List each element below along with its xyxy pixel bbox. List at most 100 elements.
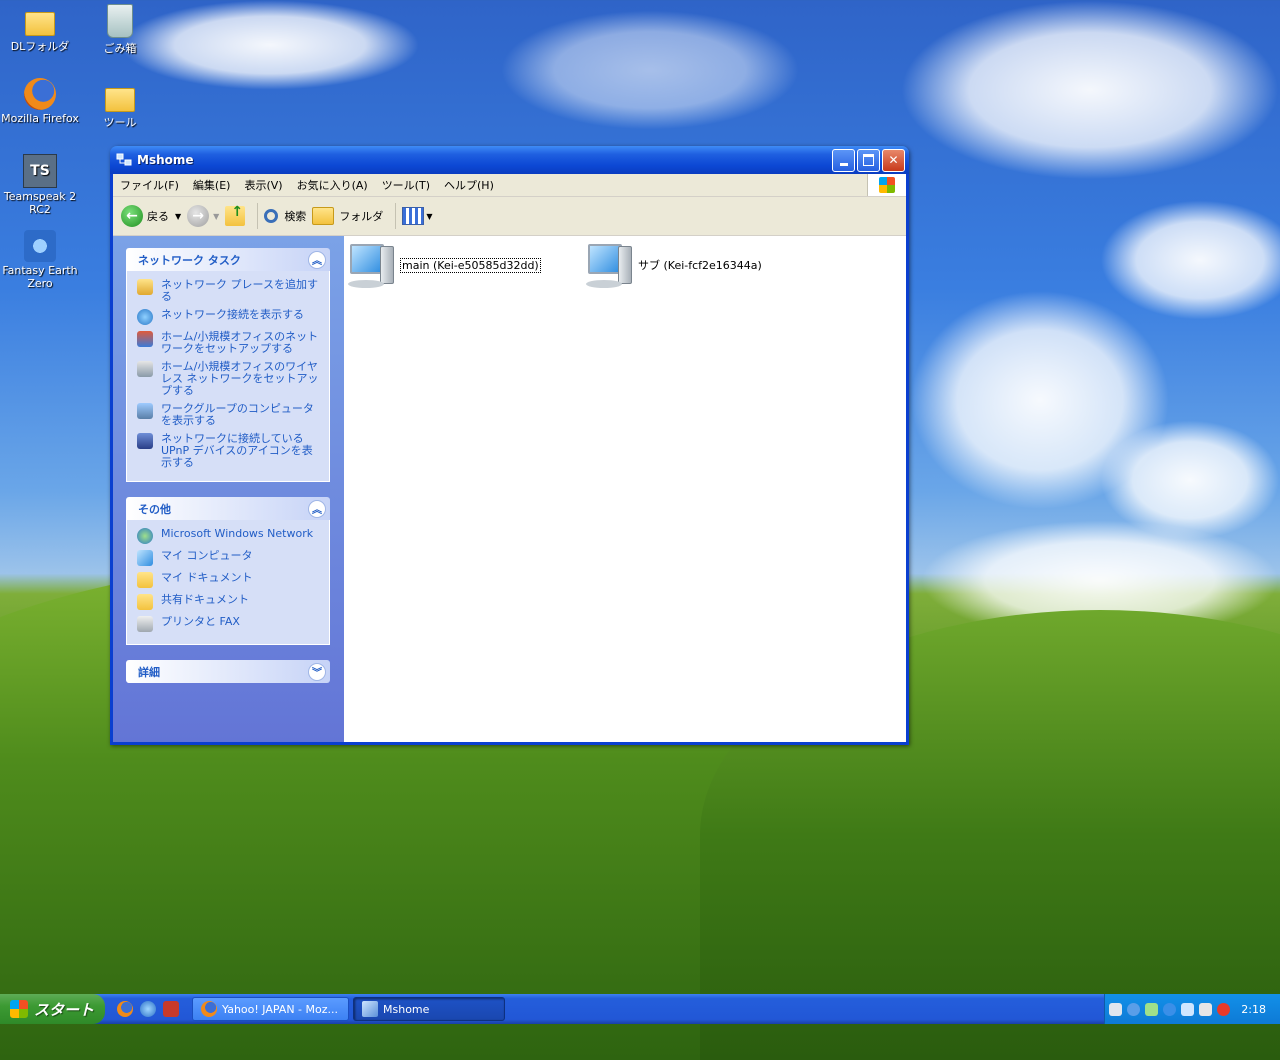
folder-icon bbox=[137, 594, 153, 610]
home-network-icon bbox=[137, 331, 153, 347]
network-computer-sub[interactable]: サブ (Kei-fcf2e16344a) bbox=[586, 242, 762, 288]
views-icon bbox=[402, 207, 425, 225]
minimize-button[interactable] bbox=[832, 148, 855, 172]
firefox-icon bbox=[24, 78, 56, 110]
network-icon bbox=[362, 1001, 378, 1017]
microsoft-windows-network-link[interactable]: Microsoft Windows Network bbox=[137, 528, 323, 544]
details-panel: 詳細 ︾ bbox=[126, 660, 330, 683]
fantasy-earth-zero-icon bbox=[24, 230, 56, 262]
printers-and-faxes-link[interactable]: プリンタと FAX bbox=[137, 616, 323, 632]
setup-home-network-link[interactable]: ホーム/小規模オフィスのネットワークをセットアップする bbox=[137, 331, 323, 355]
network-status-icon[interactable] bbox=[1145, 1002, 1158, 1016]
network-computer-main[interactable]: main (Kei-e50585d32dd) bbox=[348, 242, 541, 288]
computer-icon bbox=[137, 550, 153, 566]
firefox-icon[interactable] bbox=[117, 1001, 133, 1017]
ie-icon[interactable] bbox=[140, 1001, 156, 1017]
security-icon[interactable] bbox=[1217, 1002, 1230, 1016]
other-places-header[interactable]: その他 ︽ bbox=[126, 497, 330, 520]
taskbar: スタート Yahoo! JAPAN - Moz... Mshome 2:18 bbox=[0, 994, 1280, 1024]
add-network-place-link[interactable]: ネットワーク プレースを追加する bbox=[137, 279, 323, 303]
explorer-window: Mshome ✕ ファイル(F) 編集(E) 表示(V) お気に入り(A) ツー… bbox=[110, 146, 909, 745]
shared-documents-link[interactable]: 共有ドキュメント bbox=[137, 594, 323, 610]
chevron-down-icon: ▼ bbox=[426, 211, 433, 221]
back-arrow-icon: ← bbox=[121, 205, 143, 227]
task-pane: ネットワーク タスク ︽ ネットワーク プレースを追加する ネットワーク接続を表… bbox=[113, 236, 344, 742]
up-folder-button[interactable]: ↑ bbox=[225, 204, 246, 226]
desktop-icon-label: Fantasy Earth Zero bbox=[2, 264, 78, 290]
desktop-icon-label: DLフォルダ bbox=[10, 40, 70, 53]
windows-logo-icon bbox=[867, 174, 906, 196]
item-label: main (Kei-e50585d32dd) bbox=[400, 257, 541, 273]
back-button[interactable]: ← 戻る ▼ bbox=[121, 205, 181, 227]
menu-bar: ファイル(F) 編集(E) 表示(V) お気に入り(A) ツール(T) ヘルプ(… bbox=[113, 174, 906, 197]
maximize-button[interactable] bbox=[857, 148, 880, 172]
details-header[interactable]: 詳細 ︾ bbox=[126, 660, 330, 683]
globe-icon bbox=[137, 528, 153, 544]
desktop-icon-tools-folder[interactable]: ツール bbox=[80, 82, 160, 130]
title-bar[interactable]: Mshome ✕ bbox=[110, 146, 909, 174]
expand-icon[interactable]: ︾ bbox=[308, 662, 326, 681]
menu-favorites[interactable]: お気に入り(A) bbox=[290, 177, 375, 193]
taskbar-button-mshome[interactable]: Mshome bbox=[353, 997, 505, 1021]
minimize-icon bbox=[839, 162, 848, 166]
task-label: Yahoo! JAPAN - Moz... bbox=[222, 1002, 338, 1016]
menu-view[interactable]: 表示(V) bbox=[237, 177, 289, 193]
file-list-view[interactable]: main (Kei-e50585d32dd) サブ (Kei-fcf2e1634… bbox=[344, 236, 906, 742]
network-tasks-panel: ネットワーク タスク ︽ ネットワーク プレースを追加する ネットワーク接続を表… bbox=[126, 248, 330, 482]
printer-icon bbox=[137, 616, 153, 632]
forward-button[interactable]: → ▼ bbox=[187, 205, 219, 227]
keyboard-icon[interactable] bbox=[1109, 1002, 1122, 1016]
taskbar-button-firefox[interactable]: Yahoo! JAPAN - Moz... bbox=[192, 997, 349, 1021]
explorer-body: ネットワーク タスク ︽ ネットワーク プレースを追加する ネットワーク接続を表… bbox=[113, 236, 906, 742]
forward-arrow-icon: → bbox=[187, 205, 210, 227]
close-button[interactable]: ✕ bbox=[882, 148, 905, 172]
toolbar-separator bbox=[395, 203, 397, 229]
folder-icon bbox=[105, 88, 135, 112]
folders-button[interactable]: フォルダ bbox=[312, 207, 383, 225]
desktop-icon-teamspeak[interactable]: TS Teamspeak 2 RC2 bbox=[0, 154, 80, 216]
folder-icon bbox=[312, 207, 335, 225]
show-upnp-devices-link[interactable]: ネットワークに接続している UPnP デバイスのアイコンを表示する bbox=[137, 433, 323, 469]
view-workgroup-computers-link[interactable]: ワークグループのコンピュータを表示する bbox=[137, 403, 323, 427]
desktop-icon-label: ツール bbox=[103, 116, 137, 129]
desktop-icon-firefox[interactable]: Mozilla Firefox bbox=[0, 78, 80, 125]
firefox-icon bbox=[201, 1001, 217, 1017]
clock[interactable]: 2:18 bbox=[1241, 1003, 1266, 1016]
computer-icon bbox=[586, 242, 634, 288]
search-label: 検索 bbox=[284, 210, 307, 223]
desktop-icon-fantasy-earth-zero[interactable]: Fantasy Earth Zero bbox=[0, 230, 80, 290]
start-button[interactable]: スタート bbox=[0, 994, 105, 1024]
desktop-icon-recycle-bin[interactable]: ごみ箱 bbox=[80, 4, 160, 56]
back-label: 戻る bbox=[147, 210, 169, 223]
view-network-connections-link[interactable]: ネットワーク接続を表示する bbox=[137, 309, 323, 325]
desktop-icon-dl-folder[interactable]: DLフォルダ bbox=[0, 6, 80, 54]
menu-edit[interactable]: 編集(E) bbox=[186, 177, 238, 193]
folder-icon bbox=[25, 12, 55, 36]
menu-tools[interactable]: ツール(T) bbox=[375, 177, 437, 193]
windows-logo-icon bbox=[10, 1000, 28, 1018]
my-computer-link[interactable]: マイ コンピュータ bbox=[137, 550, 323, 566]
desktop-icon-label: Teamspeak 2 RC2 bbox=[3, 190, 77, 216]
game-launcher-icon[interactable] bbox=[163, 1001, 179, 1017]
show-hidden-icons-icon[interactable] bbox=[1127, 1002, 1140, 1016]
network-connections-icon[interactable] bbox=[1181, 1002, 1194, 1016]
workgroup-icon bbox=[137, 403, 153, 419]
collapse-icon[interactable]: ︽ bbox=[308, 250, 326, 269]
setup-wireless-network-link[interactable]: ホーム/小規模オフィスのワイヤレス ネットワークをセットアップする bbox=[137, 361, 323, 397]
folders-label: フォルダ bbox=[339, 210, 384, 223]
collapse-icon[interactable]: ︽ bbox=[308, 499, 326, 518]
views-button[interactable]: ▼ bbox=[402, 207, 432, 225]
add-network-place-icon bbox=[137, 279, 153, 295]
settings-icon[interactable] bbox=[1199, 1002, 1212, 1016]
lightning-icon[interactable] bbox=[1163, 1002, 1176, 1016]
quick-launch bbox=[117, 1001, 192, 1017]
close-icon: ✕ bbox=[888, 153, 899, 167]
upnp-device-icon bbox=[137, 433, 153, 449]
network-tasks-header[interactable]: ネットワーク タスク ︽ bbox=[126, 248, 330, 271]
network-connections-icon bbox=[137, 309, 153, 325]
search-button[interactable]: 検索 bbox=[264, 208, 306, 224]
my-documents-link[interactable]: マイ ドキュメント bbox=[137, 572, 323, 588]
menu-help[interactable]: ヘルプ(H) bbox=[437, 177, 501, 193]
menu-file[interactable]: ファイル(F) bbox=[113, 177, 186, 193]
task-label: Mshome bbox=[383, 1002, 430, 1016]
